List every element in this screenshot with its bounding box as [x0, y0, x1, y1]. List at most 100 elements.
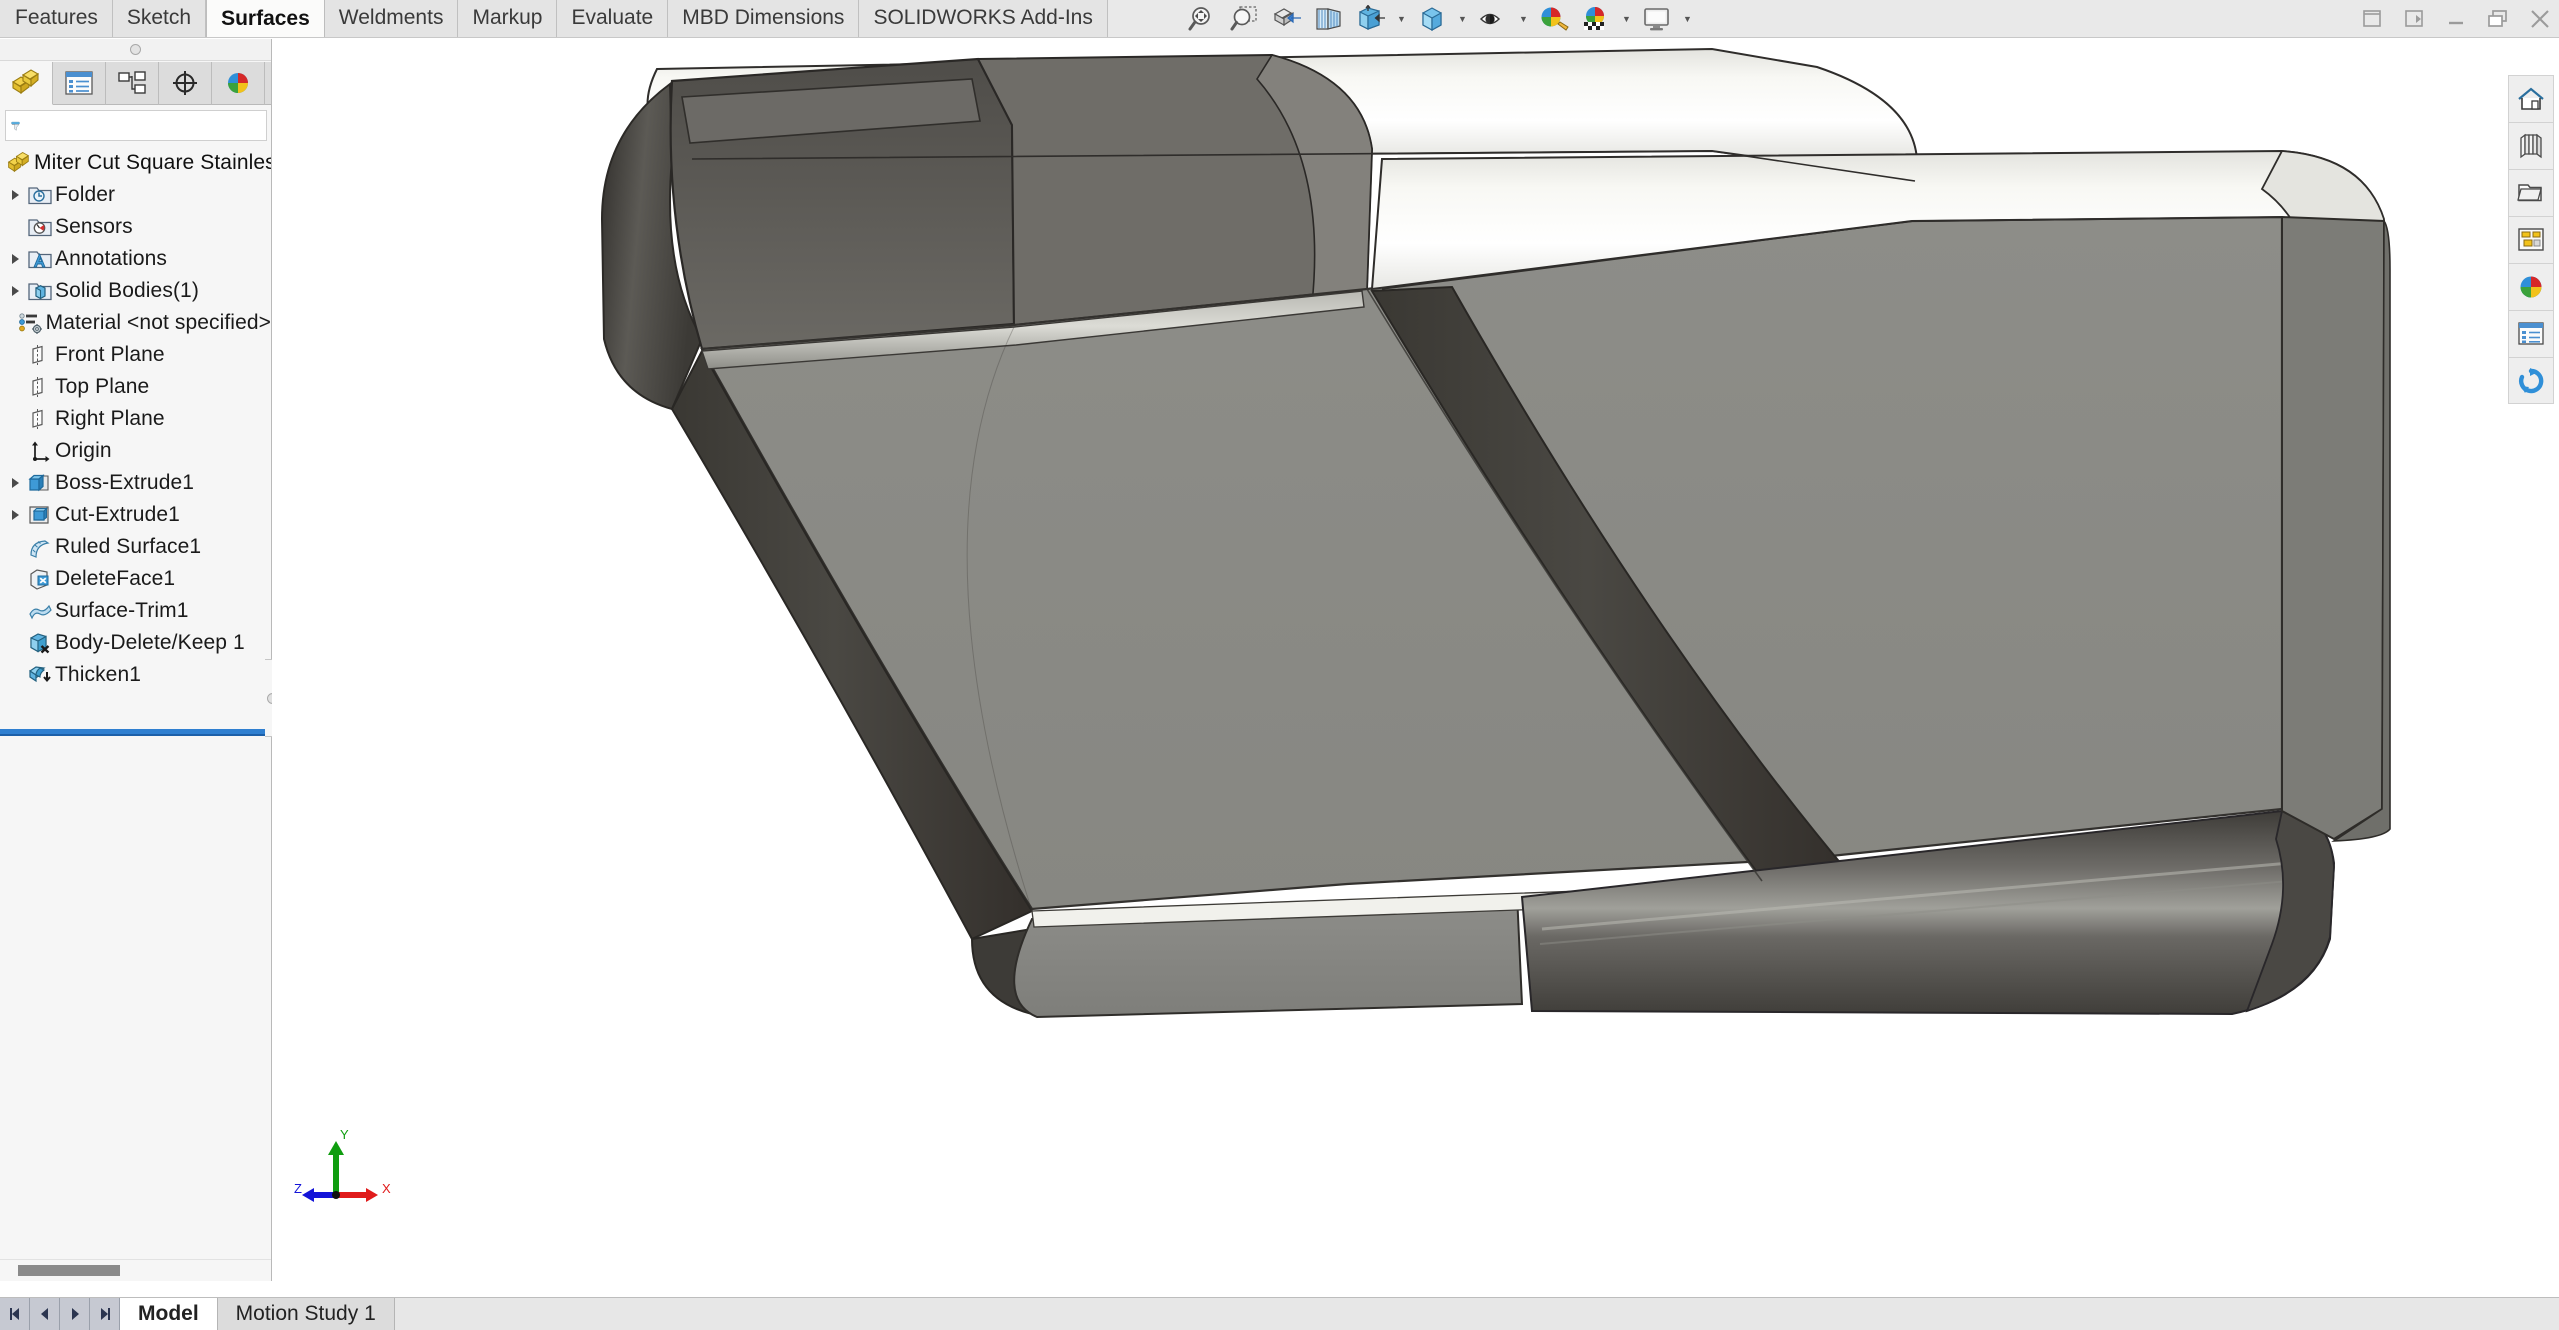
- restore-icon[interactable]: [2485, 6, 2511, 32]
- pin-icon[interactable]: [130, 44, 141, 55]
- display-manager-icon[interactable]: [212, 61, 265, 105]
- zoom-to-area-icon[interactable]: [1227, 3, 1263, 35]
- panel-pin-bar[interactable]: [0, 39, 271, 61]
- tree-item-thicken1[interactable]: Thicken1: [0, 659, 271, 691]
- zoom-to-fit-icon[interactable]: [1185, 3, 1221, 35]
- expand-pane-icon[interactable]: [2401, 6, 2427, 32]
- view-orientation-icon[interactable]: [1311, 3, 1347, 35]
- tree-item-surface-trim1[interactable]: Surface-Trim1: [0, 595, 271, 627]
- tree-horizontal-scrollbar[interactable]: [0, 1259, 271, 1281]
- tree-item-right-plane[interactable]: Right Plane: [0, 403, 271, 435]
- tree-item-sensors[interactable]: Sensors: [0, 211, 271, 243]
- cut-extrude-icon: [25, 499, 55, 531]
- tree-item-ruled-surface1[interactable]: Ruled Surface1: [0, 531, 271, 563]
- tree-item-origin[interactable]: Origin: [0, 435, 271, 467]
- tree-arrow: [6, 531, 25, 563]
- plane-icon: [25, 339, 55, 371]
- feature-manager-tree-icon[interactable]: [0, 61, 53, 105]
- scrollbar-thumb[interactable]: [18, 1265, 120, 1276]
- command-tab-sketch[interactable]: Sketch: [112, 0, 207, 37]
- display-style-caret-icon[interactable]: ▼: [1395, 3, 1408, 35]
- file-explorer-icon[interactable]: [2508, 169, 2554, 216]
- design-library-icon[interactable]: [2508, 122, 2554, 169]
- tree-item-material[interactable]: Material <not specified>: [0, 307, 271, 339]
- viewport-caret-icon[interactable]: ▼: [1681, 3, 1694, 35]
- tree-arrow-solid-bodies[interactable]: [6, 275, 25, 307]
- dimxpert-manager-icon[interactable]: [159, 61, 212, 105]
- triad-y-label: Y: [340, 1127, 349, 1142]
- property-manager-icon[interactable]: [53, 61, 106, 105]
- tree-item-deleteface1[interactable]: DeleteFace1: [0, 563, 271, 595]
- window-controls: [2359, 0, 2553, 38]
- section-view-icon[interactable]: [1269, 3, 1305, 35]
- hide-show-caret-icon[interactable]: ▼: [1456, 3, 1469, 35]
- feature-manager-panel: Miter Cut Square Stainless St Folder: [0, 39, 281, 1281]
- sw-resources-home-icon[interactable]: [2508, 75, 2554, 122]
- tree-arrow: [6, 627, 25, 659]
- graphics-viewport[interactable]: Y X Z: [272, 39, 2504, 1297]
- view-toolbar: ▼ ▼ ▼ ▼ ▼: [1185, 2, 1694, 36]
- command-tab-markup[interactable]: Markup: [458, 0, 558, 37]
- tree-arrow-boss-extrude[interactable]: [6, 467, 25, 499]
- viewport-icon[interactable]: [1639, 3, 1675, 35]
- triad-z-label: Z: [294, 1181, 302, 1196]
- feature-tree-filter[interactable]: [5, 110, 267, 141]
- command-tab-weldments[interactable]: Weldments: [324, 0, 459, 37]
- appearances-scenes-icon[interactable]: [2508, 263, 2554, 310]
- bottom-tab-motion-study-1[interactable]: Motion Study 1: [217, 1298, 395, 1330]
- tree-item-boss-extrude1[interactable]: Boss-Extrude1: [0, 467, 271, 499]
- tree-item-body-delete-keep1[interactable]: Body-Delete/Keep 1: [0, 627, 271, 659]
- tab-nav-buttons: [0, 1298, 120, 1330]
- bottom-bar-filler: [394, 1298, 2559, 1330]
- tree-arrow: [6, 435, 25, 467]
- command-tab-features[interactable]: Features: [0, 0, 113, 37]
- tree-item-front-plane[interactable]: Front Plane: [0, 339, 271, 371]
- tree-arrow-annotations[interactable]: [6, 243, 25, 275]
- tree-item-label: Miter Cut Square Stainless St: [34, 151, 271, 174]
- command-tab-solidworks-add-ins[interactable]: SOLIDWORKS Add-Ins: [859, 0, 1108, 37]
- configuration-manager-icon[interactable]: [106, 61, 159, 105]
- display-style-icon[interactable]: [1353, 3, 1389, 35]
- first-icon[interactable]: [0, 1298, 30, 1330]
- tree-item-label: Boss-Extrude1: [55, 471, 195, 494]
- minimize-icon[interactable]: [2443, 6, 2469, 32]
- tree-item-solid-bodies[interactable]: Solid Bodies(1): [0, 275, 271, 307]
- tree-item-folder[interactable]: Folder: [0, 179, 271, 211]
- tree-arrow: [6, 563, 25, 595]
- previous-icon[interactable]: [30, 1298, 60, 1330]
- sensors-icon: [25, 211, 55, 243]
- plane-icon: [25, 403, 55, 435]
- hide-show-items-icon[interactable]: [1414, 3, 1450, 35]
- tree-item-label: Solid Bodies(1): [55, 279, 199, 302]
- view-settings-icon[interactable]: [1475, 3, 1511, 35]
- last-icon[interactable]: [90, 1298, 120, 1330]
- tree-item-part-root[interactable]: Miter Cut Square Stainless St: [0, 147, 271, 179]
- appearances-icon[interactable]: [1578, 3, 1614, 35]
- solidworks-forum-icon[interactable]: [2508, 357, 2554, 404]
- rollback-bar-shadow: [0, 734, 271, 736]
- view-palette-icon[interactable]: [2508, 216, 2554, 263]
- command-tab-mbd-dimensions[interactable]: MBD Dimensions: [668, 0, 860, 37]
- command-tab-evaluate[interactable]: Evaluate: [557, 0, 669, 37]
- annotations-icon: [25, 243, 55, 275]
- tree-arrow: [6, 307, 18, 339]
- tree-item-top-plane[interactable]: Top Plane: [0, 371, 271, 403]
- command-tab-surfaces[interactable]: Surfaces: [206, 0, 325, 37]
- appearances-caret-icon[interactable]: ▼: [1620, 3, 1633, 35]
- tree-item-label: Front Plane: [55, 343, 165, 366]
- close-icon[interactable]: [2527, 6, 2553, 32]
- bottom-tab-model[interactable]: Model: [120, 1298, 218, 1330]
- triad-x-label: X: [382, 1181, 391, 1196]
- tree-item-label: Material <not specified>: [45, 311, 271, 334]
- next-icon[interactable]: [60, 1298, 90, 1330]
- tree-arrow-folder[interactable]: [6, 179, 25, 211]
- view-settings-caret-icon[interactable]: ▼: [1517, 3, 1530, 35]
- tree-arrow-cut-extrude[interactable]: [6, 499, 25, 531]
- tree-item-label: Cut-Extrude1: [55, 503, 180, 526]
- tree-item-annotations[interactable]: Annotations: [0, 243, 271, 275]
- apply-scene-icon[interactable]: [1536, 3, 1572, 35]
- tree-item-cut-extrude1[interactable]: Cut-Extrude1: [0, 499, 271, 531]
- custom-properties-icon[interactable]: [2508, 310, 2554, 357]
- restore-pane-icon[interactable]: [2359, 6, 2385, 32]
- filter-input[interactable]: [21, 114, 266, 137]
